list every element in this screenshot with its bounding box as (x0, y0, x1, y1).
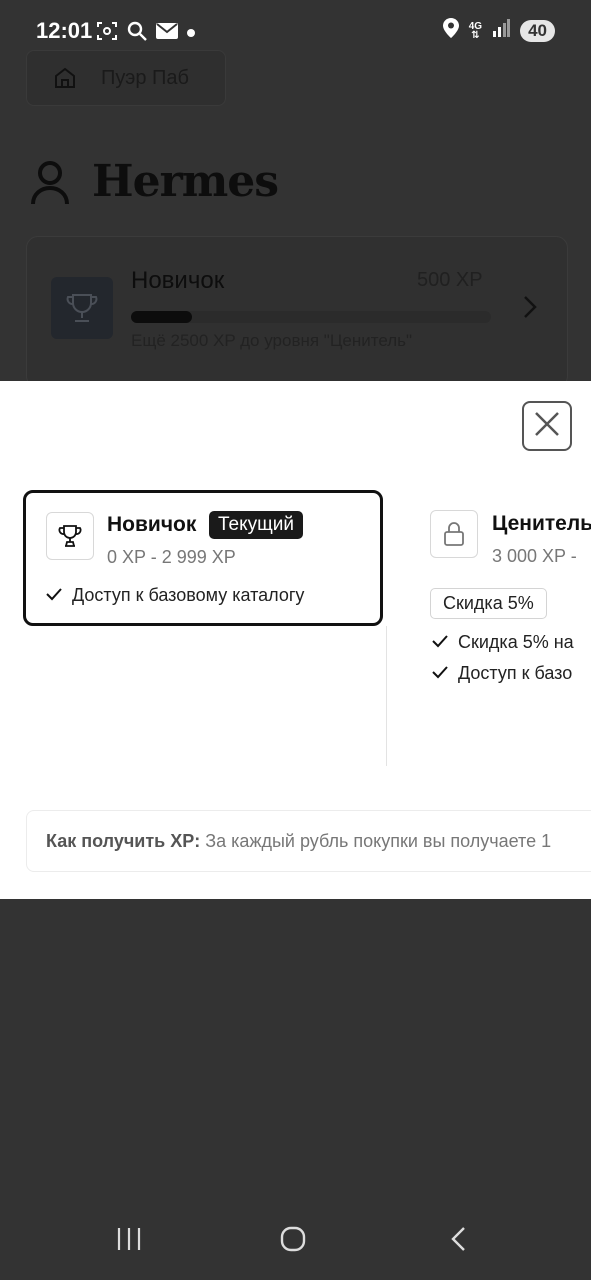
trophy-icon (51, 277, 113, 339)
benefit-item: Скидка 5% на (432, 632, 574, 653)
close-icon (533, 410, 561, 443)
benefit-text: Доступ к базовому каталогу (72, 585, 305, 605)
navigation-bar (0, 1200, 591, 1280)
how-to-text: За каждый рубль покупки вы получаете 1 (205, 831, 552, 851)
level-hint: Ещё 2500 XP до уровня "Ценитель" (131, 331, 413, 350)
benefit-text: Доступ к базо (458, 663, 573, 683)
tier-divider (386, 626, 387, 766)
how-to-label: Как получить XP: (46, 831, 201, 851)
how-to-earn-xp: Как получить XP: За каждый рубль покупки… (26, 810, 591, 872)
benefit-item: Доступ к базо (432, 663, 572, 684)
level-progress-bar (131, 311, 491, 323)
tier-card-current[interactable]: Новичок Текущий 0 XP - 2 999 XP Доступ к… (23, 490, 383, 626)
home-button[interactable]: Пуэр Паб (26, 50, 226, 106)
level-card[interactable]: Новичок 500 XP Ещё 2500 XP до уровня "Це… (26, 236, 568, 388)
check-icon (46, 585, 62, 606)
tier-name: Ценитель (492, 512, 591, 535)
home-nav-button[interactable] (280, 1226, 306, 1257)
home-icon (53, 66, 77, 95)
trophy-icon (46, 512, 94, 560)
current-badge: Текущий (209, 511, 303, 539)
tier-card-next[interactable]: Ценитель 3 000 XP - Скидка 5% Скидка 5% … (408, 490, 591, 683)
benefit-text: Скидка 5% на (458, 632, 574, 652)
back-button[interactable] (448, 1226, 470, 1257)
lock-icon (430, 510, 478, 558)
tier-name: Новичок (107, 513, 197, 536)
home-label: Пуэр Паб (101, 67, 189, 89)
user-icon (30, 160, 70, 206)
benefit-item: Доступ к базовому каталогу (46, 585, 304, 606)
tier-range: 3 000 XP - (492, 546, 577, 566)
recent-apps-button[interactable] (116, 1226, 142, 1257)
close-button[interactable] (522, 401, 572, 451)
discount-chip: Скидка 5% (430, 588, 547, 619)
tier-range: 0 XP - 2 999 XP (107, 547, 236, 567)
chevron-right-icon (523, 295, 537, 324)
levels-modal: Новичок Текущий 0 XP - 2 999 XP Доступ к… (0, 381, 591, 899)
check-icon (432, 632, 448, 653)
level-xp: 500 XP (417, 269, 483, 291)
user-name: Hermes (92, 156, 279, 207)
check-icon (432, 663, 448, 684)
level-progress-fill (131, 311, 193, 323)
level-name: Новичок (131, 267, 225, 294)
